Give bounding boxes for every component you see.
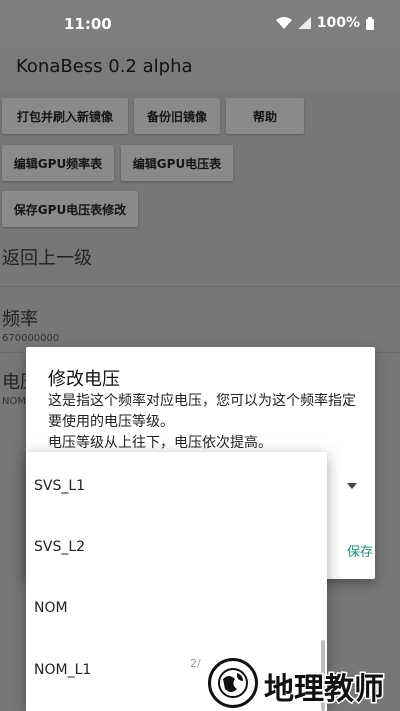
save-volt-table-label: 保存GPU电压表修改 [13,202,127,217]
freq-list-item[interactable]: 频率 670000000 [0,305,400,344]
edit-freq-table-label: 编辑GPU频率表 [13,156,103,171]
backup-image-button[interactable]: 备份旧镜像 [134,98,220,134]
signal-icon [297,17,311,29]
back-label: 返回上一级 [2,248,92,269]
save-volt-table-button[interactable]: 保存GPU电压表修改 [2,191,138,227]
status-time: 11:00 [64,15,112,33]
backup-image-label: 备份旧镜像 [146,109,207,124]
freq-value: 670000000 [2,333,60,344]
battery-percent: 100% [316,15,360,31]
divider [0,286,400,287]
save-button[interactable]: 保存 [347,541,373,560]
back-list-item[interactable]: 返回上一级 [0,244,400,278]
dropdown-option[interactable]: NOM [34,600,68,616]
dropdown-option[interactable]: SVS_L1 [34,478,85,494]
globe-logo-icon [208,658,258,708]
battery-icon [366,16,374,30]
page-indicator: 2/ [190,657,201,670]
dropdown-arrow-icon[interactable] [347,483,357,489]
dropdown-option[interactable]: SVS_L2 [34,539,85,555]
app-bar: KonaBess 0.2 alpha [0,48,400,90]
dialog-title: 修改电压 [48,369,120,390]
status-bar: 11:00 100% [0,0,400,48]
freq-title: 频率 [2,309,38,330]
flash-new-image-button[interactable]: 打包并刷入新镜像 [2,98,128,134]
dialog-message: 这是指这个频率对应电压，您可以为这个频率指定要使用的电压等级。 电压等级从上往下… [48,393,356,451]
status-icons: 100% [275,15,374,31]
edit-volt-table-button[interactable]: 编辑GPU电压表 [121,145,233,181]
app-title: KonaBess 0.2 alpha [16,56,193,77]
help-button[interactable]: 帮助 [226,98,304,134]
edit-freq-table-button[interactable]: 编辑GPU频率表 [2,145,114,181]
flash-new-image-label: 打包并刷入新镜像 [16,109,113,124]
help-label: 帮助 [252,109,277,124]
wifi-icon [275,17,292,29]
watermark-text: 地理教师 [263,671,386,709]
edit-volt-table-label: 编辑GPU电压表 [132,156,222,171]
watermark: 地理教师 [208,656,398,711]
dropdown-option[interactable]: NOM_L1 [34,662,91,678]
